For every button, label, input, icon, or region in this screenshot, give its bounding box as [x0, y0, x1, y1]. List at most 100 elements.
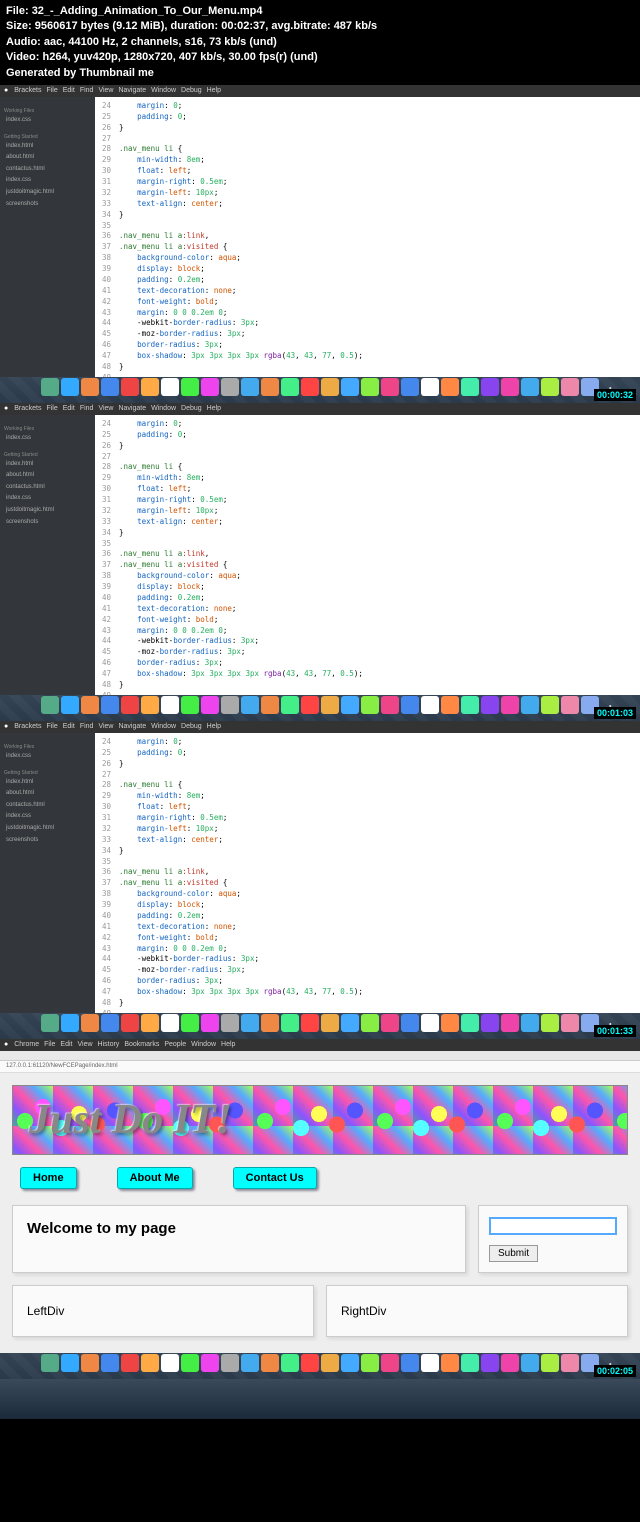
dock-app-icon[interactable] [461, 696, 479, 714]
dock-app-icon[interactable] [81, 696, 99, 714]
sidebar-file[interactable]: about.html [4, 152, 91, 164]
dock-app-icon[interactable] [541, 696, 559, 714]
sidebar-file[interactable]: index.css [4, 811, 91, 823]
dock-app-icon[interactable] [341, 378, 359, 396]
sidebar-file[interactable]: screenshots [4, 199, 91, 211]
menu-history[interactable]: History [98, 1041, 120, 1048]
dock-app-icon[interactable] [361, 1354, 379, 1372]
menu-find[interactable]: Find [80, 723, 94, 730]
sidebar-file[interactable]: justdoitmagic.html [4, 187, 91, 199]
dock-app-icon[interactable] [521, 1354, 539, 1372]
menu-edit[interactable]: Edit [63, 723, 75, 730]
nav-home-button[interactable]: Home [20, 1167, 77, 1189]
mac-dock[interactable] [0, 1013, 640, 1039]
dock-app-icon[interactable] [441, 1014, 459, 1032]
dock-app-icon[interactable] [181, 1014, 199, 1032]
dock-app-icon[interactable] [81, 1354, 99, 1372]
menu-edit[interactable]: Edit [60, 1041, 72, 1048]
dock-app-icon[interactable] [441, 1354, 459, 1372]
dock-app-icon[interactable] [121, 1014, 139, 1032]
dock-app-icon[interactable] [161, 1014, 179, 1032]
dock-app-icon[interactable] [281, 1354, 299, 1372]
dock-app-icon[interactable] [501, 378, 519, 396]
dock-app-icon[interactable] [361, 1014, 379, 1032]
dock-app-icon[interactable] [521, 1014, 539, 1032]
dock-app-icon[interactable] [201, 696, 219, 714]
menu-navigate[interactable]: Navigate [118, 723, 146, 730]
dock-app-icon[interactable] [421, 378, 439, 396]
dock-app-icon[interactable] [561, 378, 579, 396]
dock-app-icon[interactable] [481, 1354, 499, 1372]
dock-app-icon[interactable] [141, 378, 159, 396]
dock-app-icon[interactable] [281, 1014, 299, 1032]
dock-app-icon[interactable] [361, 378, 379, 396]
dock-app-icon[interactable] [401, 696, 419, 714]
nav-contact-button[interactable]: Contact Us [233, 1167, 317, 1189]
dock-app-icon[interactable] [261, 1014, 279, 1032]
sidebar-file[interactable]: index.css [4, 115, 91, 127]
menu-debug[interactable]: Debug [181, 405, 202, 412]
dock-app-icon[interactable] [301, 696, 319, 714]
menu-brackets[interactable]: Brackets [14, 723, 41, 730]
dock-app-icon[interactable] [161, 378, 179, 396]
sidebar-file[interactable]: index.css [4, 433, 91, 445]
dock-app-icon[interactable] [421, 696, 439, 714]
dock-app-icon[interactable] [61, 1354, 79, 1372]
dock-app-icon[interactable] [341, 1354, 359, 1372]
brackets-sidebar[interactable]: Working Files index.css Getting Started … [0, 415, 95, 695]
submit-button[interactable] [489, 1245, 538, 1262]
dock-app-icon[interactable] [241, 1354, 259, 1372]
dock-app-icon[interactable] [421, 1354, 439, 1372]
sidebar-file[interactable]: index.html [4, 459, 91, 471]
dock-app-icon[interactable] [501, 1014, 519, 1032]
dock-app-icon[interactable] [521, 378, 539, 396]
menu-people[interactable]: People [164, 1041, 186, 1048]
dock-app-icon[interactable] [501, 696, 519, 714]
sidebar-file[interactable]: index.html [4, 141, 91, 153]
menu-view[interactable]: View [98, 723, 113, 730]
dock-app-icon[interactable] [281, 696, 299, 714]
dock-app-icon[interactable] [321, 696, 339, 714]
dock-app-icon[interactable] [241, 1014, 259, 1032]
dock-app-icon[interactable] [401, 1354, 419, 1372]
menu-window[interactable]: Window [151, 405, 176, 412]
menu-find[interactable]: Find [80, 87, 94, 94]
dock-app-icon[interactable] [41, 1014, 59, 1032]
dock-app-icon[interactable] [181, 378, 199, 396]
sidebar-file[interactable]: contactus.html [4, 800, 91, 812]
dock-app-icon[interactable] [241, 696, 259, 714]
dock-app-icon[interactable] [121, 696, 139, 714]
dock-app-icon[interactable] [381, 696, 399, 714]
mac-dock[interactable] [0, 1353, 640, 1379]
dock-app-icon[interactable] [461, 1354, 479, 1372]
dock-app-icon[interactable] [261, 378, 279, 396]
dock-app-icon[interactable] [201, 378, 219, 396]
brackets-sidebar[interactable]: Working Files index.css Getting Started … [0, 733, 95, 1013]
dock-app-icon[interactable] [301, 378, 319, 396]
menu-file[interactable]: File [46, 87, 57, 94]
code-editor[interactable]: 24 margin: 0;25 padding: 0;26}2728.nav_m… [95, 733, 640, 1013]
dock-app-icon[interactable] [401, 378, 419, 396]
dock-app-icon[interactable] [341, 1014, 359, 1032]
sidebar-file[interactable]: index.css [4, 493, 91, 505]
dock-app-icon[interactable] [321, 378, 339, 396]
menu-help[interactable]: Help [207, 723, 221, 730]
dock-app-icon[interactable] [341, 696, 359, 714]
menu-view[interactable]: View [98, 405, 113, 412]
dock-app-icon[interactable] [261, 1354, 279, 1372]
menu-brackets[interactable]: Brackets [14, 87, 41, 94]
dock-app-icon[interactable] [561, 1014, 579, 1032]
dock-app-icon[interactable] [461, 378, 479, 396]
dock-app-icon[interactable] [161, 1354, 179, 1372]
dock-app-icon[interactable] [261, 696, 279, 714]
dock-app-icon[interactable] [181, 696, 199, 714]
dock-app-icon[interactable] [201, 1014, 219, 1032]
sidebar-file[interactable]: screenshots [4, 835, 91, 847]
menu-navigate[interactable]: Navigate [118, 405, 146, 412]
dock-app-icon[interactable] [121, 1354, 139, 1372]
sidebar-file[interactable]: justdoitmagic.html [4, 505, 91, 517]
dock-app-icon[interactable] [381, 1354, 399, 1372]
nav-about-button[interactable]: About Me [117, 1167, 193, 1189]
dock-app-icon[interactable] [481, 378, 499, 396]
dock-app-icon[interactable] [221, 1354, 239, 1372]
